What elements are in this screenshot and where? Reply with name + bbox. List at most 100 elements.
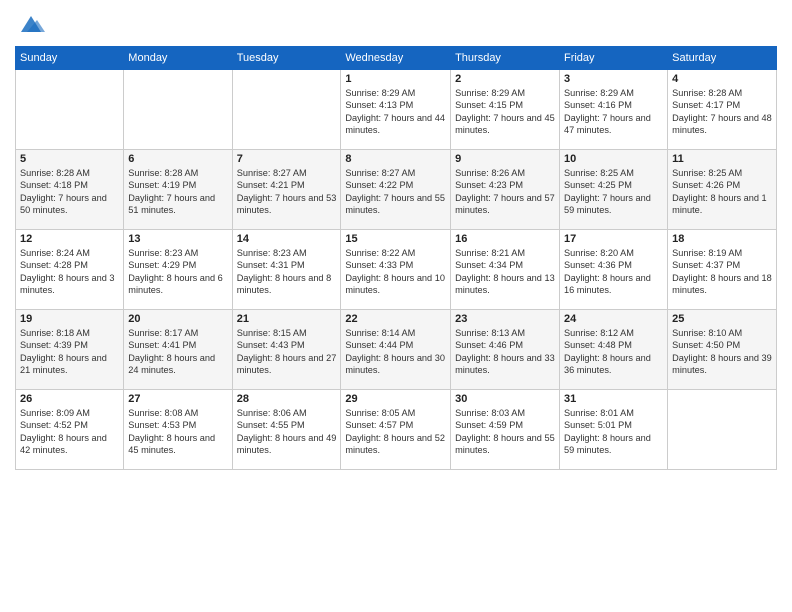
day-number: 9 [455,153,555,165]
calendar-cell: 2 Sunrise: 8:29 AM Sunset: 4:15 PM Daylig… [451,70,560,150]
calendar-cell: 26 Sunrise: 8:09 AM Sunset: 4:52 PM Dayli… [16,390,124,470]
calendar-cell: 9 Sunrise: 8:26 AM Sunset: 4:23 PM Daylig… [451,150,560,230]
day-number: 1 [345,73,446,85]
day-info: Sunrise: 8:26 AM Sunset: 4:23 PM Dayligh… [455,167,555,217]
calendar-cell: 7 Sunrise: 8:27 AM Sunset: 4:21 PM Daylig… [232,150,341,230]
day-number: 6 [128,153,227,165]
day-number: 22 [345,313,446,325]
day-info: Sunrise: 8:27 AM Sunset: 4:22 PM Dayligh… [345,167,446,217]
calendar-cell: 6 Sunrise: 8:28 AM Sunset: 4:19 PM Daylig… [124,150,232,230]
day-number: 23 [455,313,555,325]
day-number: 2 [455,73,555,85]
weekday-header-row: SundayMondayTuesdayWednesdayThursdayFrid… [16,47,777,70]
weekday-tuesday: Tuesday [232,47,341,70]
logo-icon [17,10,45,38]
day-info: Sunrise: 8:27 AM Sunset: 4:21 PM Dayligh… [237,167,337,217]
calendar-cell: 17 Sunrise: 8:20 AM Sunset: 4:36 PM Dayli… [559,230,667,310]
calendar-cell: 23 Sunrise: 8:13 AM Sunset: 4:46 PM Dayli… [451,310,560,390]
day-info: Sunrise: 8:18 AM Sunset: 4:39 PM Dayligh… [20,327,119,377]
day-number: 26 [20,393,119,405]
logo [15,10,45,38]
day-info: Sunrise: 8:12 AM Sunset: 4:48 PM Dayligh… [564,327,663,377]
day-number: 14 [237,233,337,245]
day-info: Sunrise: 8:19 AM Sunset: 4:37 PM Dayligh… [672,247,772,297]
day-number: 18 [672,233,772,245]
calendar-cell [232,70,341,150]
calendar-cell: 1 Sunrise: 8:29 AM Sunset: 4:13 PM Daylig… [341,70,451,150]
calendar-cell: 11 Sunrise: 8:25 AM Sunset: 4:26 PM Dayli… [668,150,777,230]
day-number: 4 [672,73,772,85]
calendar-cell: 15 Sunrise: 8:22 AM Sunset: 4:33 PM Dayli… [341,230,451,310]
calendar-cell: 31 Sunrise: 8:01 AM Sunset: 5:01 PM Dayli… [559,390,667,470]
day-number: 31 [564,393,663,405]
day-info: Sunrise: 8:09 AM Sunset: 4:52 PM Dayligh… [20,407,119,457]
day-number: 30 [455,393,555,405]
calendar-cell: 28 Sunrise: 8:06 AM Sunset: 4:55 PM Dayli… [232,390,341,470]
day-info: Sunrise: 8:13 AM Sunset: 4:46 PM Dayligh… [455,327,555,377]
day-number: 5 [20,153,119,165]
calendar-cell [16,70,124,150]
calendar-cell: 8Sunrise: 8:27 AM Sunset: 4:22 PM Daylig… [341,150,451,230]
calendar-cell: 27 Sunrise: 8:08 AM Sunset: 4:53 PM Dayli… [124,390,232,470]
day-info: Sunrise: 8:29 AM Sunset: 4:13 PM Dayligh… [345,87,446,137]
day-number: 27 [128,393,227,405]
day-info: Sunrise: 8:15 AM Sunset: 4:43 PM Dayligh… [237,327,337,377]
day-number: 17 [564,233,663,245]
calendar-cell: 10 Sunrise: 8:25 AM Sunset: 4:25 PM Dayli… [559,150,667,230]
weekday-wednesday: Wednesday [341,47,451,70]
calendar-cell [668,390,777,470]
day-info: Sunrise: 8:22 AM Sunset: 4:33 PM Dayligh… [345,247,446,297]
day-number: 16 [455,233,555,245]
week-row-4: 26 Sunrise: 8:09 AM Sunset: 4:52 PM Dayli… [16,390,777,470]
weekday-friday: Friday [559,47,667,70]
day-info: Sunrise: 8:24 AM Sunset: 4:28 PM Dayligh… [20,247,119,297]
day-info: Sunrise: 8:21 AM Sunset: 4:34 PM Dayligh… [455,247,555,297]
calendar-cell: 29Sunrise: 8:05 AM Sunset: 4:57 PM Dayli… [341,390,451,470]
day-info: Sunrise: 8:29 AM Sunset: 4:16 PM Dayligh… [564,87,663,137]
calendar-cell: 5 Sunrise: 8:28 AM Sunset: 4:18 PM Daylig… [16,150,124,230]
day-number: 10 [564,153,663,165]
day-number: 24 [564,313,663,325]
day-number: 15 [345,233,446,245]
day-info: Sunrise: 8:01 AM Sunset: 5:01 PM Dayligh… [564,407,663,457]
calendar-cell: 19 Sunrise: 8:18 AM Sunset: 4:39 PM Dayli… [16,310,124,390]
calendar-cell: 22 Sunrise: 8:14 AM Sunset: 4:44 PM Dayli… [341,310,451,390]
day-info: Sunrise: 8:14 AM Sunset: 4:44 PM Dayligh… [345,327,446,377]
day-number: 12 [20,233,119,245]
calendar-cell: 16 Sunrise: 8:21 AM Sunset: 4:34 PM Dayli… [451,230,560,310]
day-info: Sunrise: 8:23 AM Sunset: 4:29 PM Dayligh… [128,247,227,297]
day-info: Sunrise: 8:08 AM Sunset: 4:53 PM Dayligh… [128,407,227,457]
calendar-cell: 3Sunrise: 8:29 AM Sunset: 4:16 PM Daylig… [559,70,667,150]
week-row-1: 5 Sunrise: 8:28 AM Sunset: 4:18 PM Daylig… [16,150,777,230]
day-info: Sunrise: 8:06 AM Sunset: 4:55 PM Dayligh… [237,407,337,457]
calendar-cell: 18 Sunrise: 8:19 AM Sunset: 4:37 PM Dayli… [668,230,777,310]
header [15,10,777,38]
calendar-cell: 13 Sunrise: 8:23 AM Sunset: 4:29 PM Dayli… [124,230,232,310]
day-info: Sunrise: 8:29 AM Sunset: 4:15 PM Dayligh… [455,87,555,137]
day-info: Sunrise: 8:17 AM Sunset: 4:41 PM Dayligh… [128,327,227,377]
calendar-cell [124,70,232,150]
day-info: Sunrise: 8:25 AM Sunset: 4:25 PM Dayligh… [564,167,663,217]
day-info: Sunrise: 8:28 AM Sunset: 4:18 PM Dayligh… [20,167,119,217]
weekday-sunday: Sunday [16,47,124,70]
day-number: 7 [237,153,337,165]
day-number: 11 [672,153,772,165]
day-number: 19 [20,313,119,325]
weekday-saturday: Saturday [668,47,777,70]
calendar-cell: 4Sunrise: 8:28 AM Sunset: 4:17 PM Daylig… [668,70,777,150]
day-info: Sunrise: 8:20 AM Sunset: 4:36 PM Dayligh… [564,247,663,297]
day-info: Sunrise: 8:28 AM Sunset: 4:19 PM Dayligh… [128,167,227,217]
week-row-0: 1 Sunrise: 8:29 AM Sunset: 4:13 PM Daylig… [16,70,777,150]
weekday-monday: Monday [124,47,232,70]
calendar-cell: 30Sunrise: 8:03 AM Sunset: 4:59 PM Dayli… [451,390,560,470]
calendar-cell: 24 Sunrise: 8:12 AM Sunset: 4:48 PM Dayli… [559,310,667,390]
weekday-thursday: Thursday [451,47,560,70]
calendar-cell: 12 Sunrise: 8:24 AM Sunset: 4:28 PM Dayli… [16,230,124,310]
day-info: Sunrise: 8:25 AM Sunset: 4:26 PM Dayligh… [672,167,772,217]
week-row-3: 19 Sunrise: 8:18 AM Sunset: 4:39 PM Dayli… [16,310,777,390]
calendar-cell: 25Sunrise: 8:10 AM Sunset: 4:50 PM Dayli… [668,310,777,390]
day-number: 13 [128,233,227,245]
calendar-cell: 20Sunrise: 8:17 AM Sunset: 4:41 PM Dayli… [124,310,232,390]
day-info: Sunrise: 8:05 AM Sunset: 4:57 PM Dayligh… [345,407,446,457]
day-number: 28 [237,393,337,405]
